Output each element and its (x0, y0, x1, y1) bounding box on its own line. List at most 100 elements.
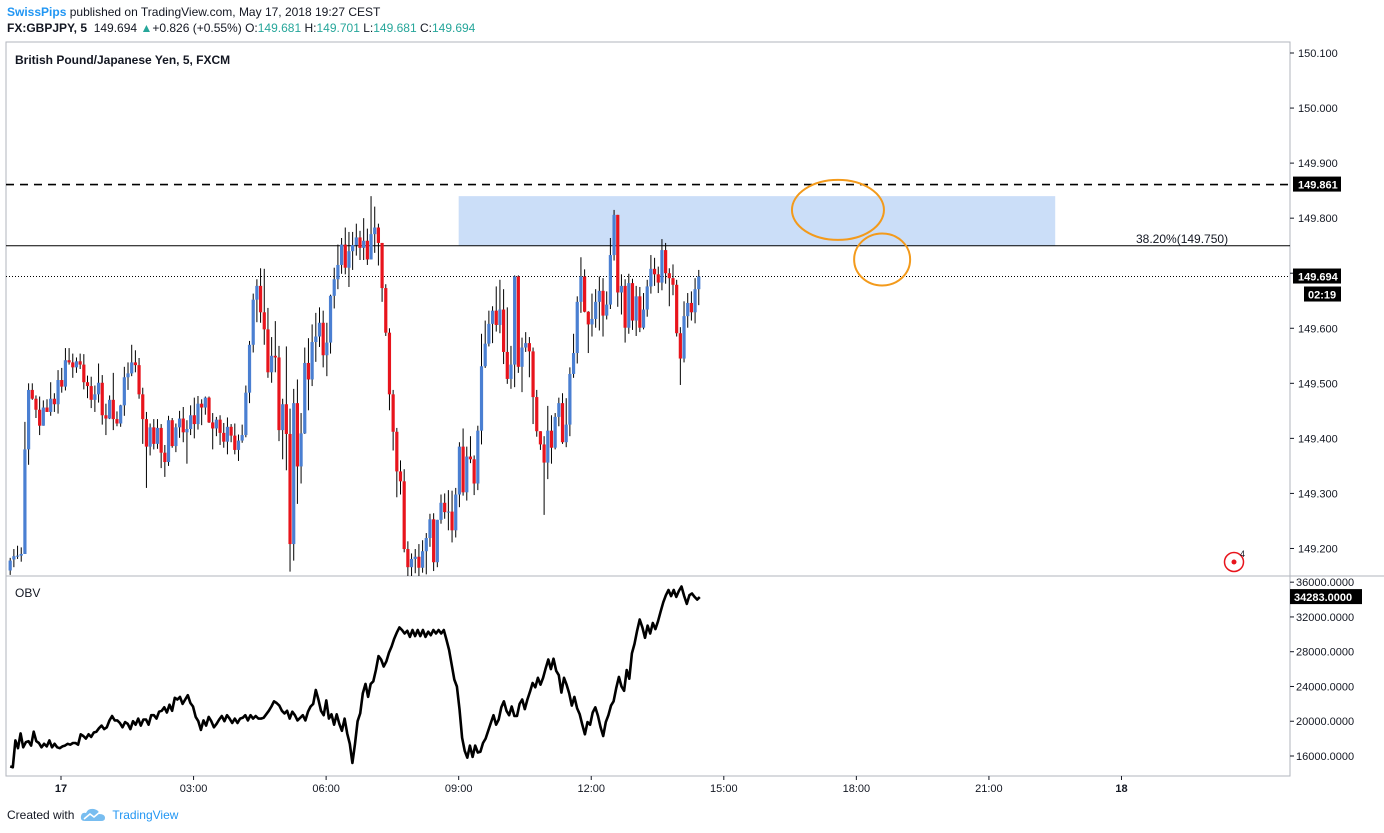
candle-body (380, 242, 384, 289)
candle-body (130, 362, 134, 374)
candle-body (155, 427, 160, 444)
candle-body (439, 502, 443, 520)
candle (498, 279, 502, 334)
candle-body (119, 405, 123, 424)
price-tick-label: 149.400 (1298, 433, 1338, 445)
candle (490, 306, 495, 344)
candle (479, 333, 484, 445)
candle (527, 337, 531, 378)
tradingview-link[interactable]: TradingView (112, 806, 178, 824)
candle (284, 346, 288, 471)
candle (49, 382, 53, 416)
candle (63, 348, 68, 391)
candle (130, 344, 134, 377)
candle-body (398, 471, 403, 482)
candle (255, 279, 259, 323)
candle-body (413, 556, 417, 559)
candle-body (343, 244, 347, 268)
candle-body (52, 398, 56, 405)
candle-body (645, 286, 649, 310)
candle (100, 375, 104, 425)
candle-body (479, 366, 484, 431)
candle-body (211, 422, 215, 429)
candle (502, 289, 506, 365)
candle (30, 383, 34, 400)
candle-body (303, 362, 307, 434)
candle (505, 307, 509, 384)
candle (376, 223, 381, 266)
candle (310, 324, 314, 387)
candle (19, 547, 23, 562)
candle-body (538, 431, 543, 445)
obv-tick-label: 28000.0000 (1296, 647, 1354, 659)
candle (652, 257, 657, 286)
candle (166, 415, 171, 466)
candle (262, 268, 266, 345)
obv-tick-label: 36000.0000 (1296, 577, 1354, 589)
obv-line (9, 585, 701, 769)
candle (472, 455, 476, 496)
candle (476, 425, 480, 491)
candle (8, 557, 12, 575)
time-tick-label: 18:00 (843, 783, 871, 795)
candle-body (465, 456, 469, 493)
candle-body (428, 519, 432, 539)
candle-body (527, 343, 531, 352)
candle-body (553, 416, 557, 448)
candle-body (652, 268, 657, 275)
candle-body (678, 333, 682, 359)
price-tick-label: 150.100 (1298, 48, 1338, 60)
candle-body (362, 240, 366, 248)
candle (82, 354, 86, 390)
candle-body (505, 351, 509, 379)
candle (52, 393, 56, 412)
candle-body (189, 415, 193, 430)
candle-body (244, 392, 248, 436)
obv-tick-label: 20000.0000 (1296, 716, 1354, 728)
candle (660, 239, 664, 291)
price-tick-label: 149.900 (1298, 158, 1338, 170)
candle-body (332, 279, 336, 296)
candle (74, 357, 79, 373)
candle-body (446, 511, 450, 513)
candle (369, 196, 373, 260)
candle (181, 406, 185, 443)
candle-body (546, 430, 550, 463)
candle-body (281, 404, 285, 431)
candle (395, 427, 399, 498)
candle-body (310, 342, 314, 380)
candle (299, 413, 303, 484)
candle (192, 397, 196, 439)
candle (281, 398, 285, 460)
candle (406, 541, 410, 576)
candle-body (321, 322, 325, 356)
candle (108, 395, 112, 420)
candle (487, 310, 491, 347)
candle (141, 387, 145, 444)
candle-body (270, 355, 274, 373)
candle-body (571, 353, 576, 374)
candle-body (682, 316, 686, 359)
candle (439, 494, 443, 524)
candle (89, 376, 93, 409)
candle (41, 400, 45, 426)
candle-body (597, 290, 601, 302)
candle (417, 544, 421, 576)
candle-body (634, 296, 638, 321)
candle (509, 345, 513, 389)
candle-body (141, 394, 145, 420)
candle-body (236, 440, 241, 450)
candle (571, 333, 576, 378)
candle (56, 370, 60, 414)
candle-body (203, 397, 207, 408)
candle-body (664, 250, 668, 274)
candle (343, 227, 347, 275)
price-chart[interactable]: 150.100150.000149.900149.800149.700149.6… (0, 0, 1384, 833)
candle-body (67, 360, 71, 363)
candle (347, 231, 351, 287)
candle (362, 218, 366, 261)
candle-body (111, 399, 115, 420)
candle-body (542, 444, 546, 463)
price-tick-label: 149.500 (1298, 378, 1338, 390)
candle-body (520, 347, 524, 367)
